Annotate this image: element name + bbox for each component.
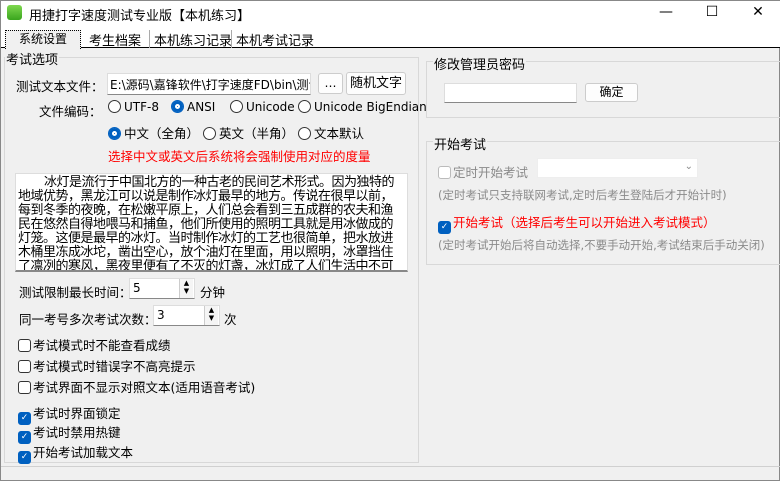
- checkbox-start-exam[interactable]: ✓ 开始考试（选择后考生可以开始进入考试模式）: [438, 212, 716, 234]
- encoding-label: 文件编码：: [39, 104, 102, 119]
- checkbox-disable-hotkeys[interactable]: ✓ 考试时禁用热键: [18, 422, 121, 444]
- checkbox-timed-start[interactable]: 定时开始考试: [438, 162, 528, 181]
- app-icon: [7, 5, 22, 20]
- exam-options-title: 考试选项: [5, 49, 60, 68]
- tab-system-settings[interactable]: 系统设置: [5, 30, 81, 49]
- tab-exam-records[interactable]: 本机考试记录: [231, 30, 318, 49]
- admin-password-input[interactable]: [444, 83, 577, 103]
- time-limit-spinner[interactable]: ▲ ▼: [179, 279, 193, 298]
- radio-english[interactable]: 英文（半角）: [203, 123, 294, 142]
- file-path-input[interactable]: E:\源码\嘉锋软件\打字速度FD\bin\测试: [107, 73, 311, 95]
- language-hint: 选择中文或英文后系统将会强制使用对应的度量: [108, 149, 371, 164]
- radio-unicode[interactable]: Unicode: [230, 100, 295, 114]
- time-limit-label: 测试限制最长时间：: [19, 285, 132, 300]
- time-limit-unit: 分钟: [200, 285, 226, 300]
- maximize-button[interactable]: ☐: [689, 1, 735, 23]
- random-text-button[interactable]: 随机文字: [346, 72, 406, 95]
- checkbox-no-error-highlight[interactable]: 考试模式时错误字不高亮提示: [18, 356, 196, 375]
- tab-student-records[interactable]: 考生档案: [85, 30, 145, 49]
- radio-unicode-bigendian[interactable]: Unicode BigEndian: [298, 100, 427, 114]
- checkbox-hide-score[interactable]: 考试模式时不能查看成绩: [18, 335, 171, 354]
- timed-note: (定时考试只支持联网考试,定时后考生登陆后才开始计时): [438, 188, 727, 202]
- close-button[interactable]: ✕: [735, 1, 780, 23]
- radio-ansi[interactable]: ANSI: [171, 100, 215, 114]
- attempts-unit: 次: [224, 312, 237, 327]
- timed-start-select[interactable]: ⌄: [537, 158, 698, 178]
- sample-text-area[interactable]: 冰灯是流行于中国北方的一种古老的民间艺术形式。因为独特的地域优势，黑龙江可以说是…: [15, 173, 408, 272]
- radio-chinese[interactable]: 中文（全角）: [108, 123, 199, 142]
- start-exam-title: 开始考试: [433, 134, 488, 153]
- attempts-label: 同一考号多次考试次数：: [19, 312, 157, 327]
- start-note: (定时考试开始后将自动选择,不要手动开始,考试结束后手动关闭): [438, 238, 765, 252]
- status-divider: [1, 466, 780, 467]
- confirm-button[interactable]: 确定: [585, 83, 638, 102]
- tab-practice-records[interactable]: 本机练习记录: [149, 30, 236, 49]
- checkbox-load-text[interactable]: ✓ 开始考试加载文本: [18, 442, 133, 464]
- chevron-down-icon: ⌄: [684, 161, 693, 172]
- window-title: 用捷打字速度测试专业版【本机练习】: [29, 9, 251, 24]
- file-label: 测试文本文件：: [16, 79, 104, 94]
- radio-text-default[interactable]: 文本默认: [298, 123, 364, 142]
- browse-button[interactable]: …: [318, 73, 343, 94]
- radio-utf8[interactable]: UTF-8: [108, 100, 159, 114]
- minimize-button[interactable]: —: [643, 1, 689, 23]
- admin-password-title: 修改管理员密码: [433, 54, 527, 73]
- attempts-spinner[interactable]: ▲ ▼: [204, 306, 218, 325]
- checkbox-hide-reference-text[interactable]: 考试界面不显示对照文本(适用语音考试): [18, 377, 255, 396]
